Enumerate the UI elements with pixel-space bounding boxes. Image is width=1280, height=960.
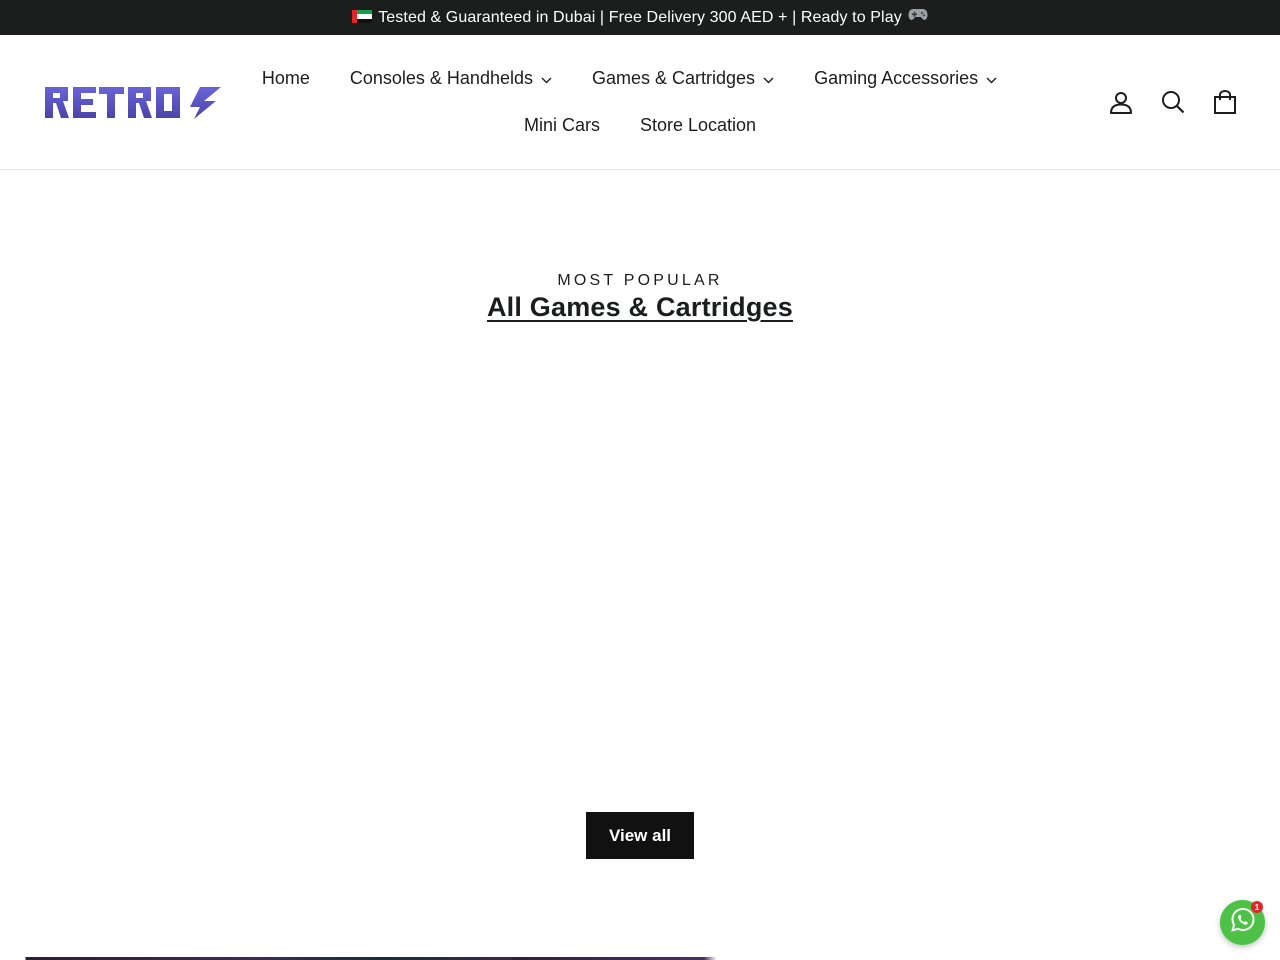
nav-home[interactable]: Home [242, 65, 330, 91]
chevron-down-icon [986, 65, 997, 91]
account-icon[interactable] [1106, 87, 1136, 117]
nav-mini-cars[interactable]: Mini Cars [504, 112, 620, 138]
chevron-down-icon [763, 65, 774, 91]
uae-flag-icon [352, 10, 373, 23]
view-all-button[interactable]: View all [586, 812, 694, 859]
search-icon[interactable] [1158, 87, 1188, 117]
gamepad-icon [908, 7, 928, 26]
section-subheading: MOST POPULAR [557, 272, 723, 289]
section-title: All Games & Cartridges [0, 292, 1280, 323]
whatsapp-notification-badge: 1 [1251, 901, 1263, 913]
nav-consoles-handhelds[interactable]: Consoles & Handhelds [330, 65, 572, 91]
chevron-down-icon [541, 65, 552, 91]
nav-gaming-accessories[interactable]: Gaming Accessories [794, 65, 1017, 91]
section-title-link[interactable]: All Games & Cartridges [487, 292, 793, 322]
nav-games-cartridges[interactable]: Games & Cartridges [572, 65, 794, 91]
site-header: Home Consoles & Handhelds Games & Cartri… [0, 35, 1280, 170]
nav-store-location[interactable]: Store Location [620, 112, 776, 138]
whatsapp-icon [1230, 907, 1256, 938]
header-icons [1084, 87, 1240, 117]
announcement-bar: Tested & Guaranteed in Dubai | Free Deli… [0, 0, 1280, 35]
cart-icon[interactable] [1210, 87, 1240, 117]
announcement-text: Tested & Guaranteed in Dubai | Free Deli… [378, 8, 902, 26]
